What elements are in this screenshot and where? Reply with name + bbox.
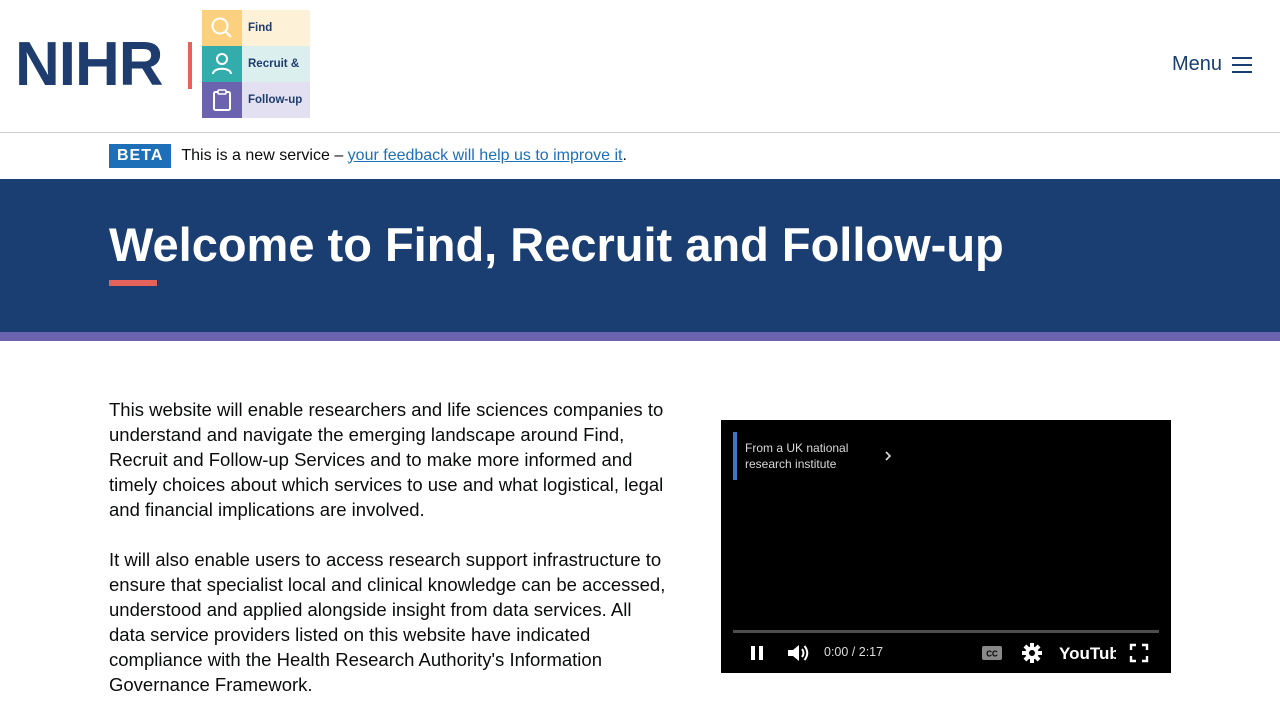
beta-suffix: .: [622, 146, 627, 164]
title-underline: [109, 280, 157, 286]
hamburger-icon: [1232, 56, 1252, 73]
info-panel-text: From a UK national research institute: [745, 441, 849, 471]
logo-divider: [188, 42, 192, 89]
player-controls: 0:00 / 2:17 CC YouTube: [721, 633, 1171, 673]
svg-text:CC: CC: [986, 650, 998, 659]
clipboard-icon: [202, 82, 242, 118]
person-icon: [202, 46, 242, 82]
site-header: NIHR Find Recruit & Follow-up Menu: [0, 0, 1280, 133]
fullscreen-icon[interactable]: [1127, 641, 1151, 665]
search-icon: [202, 10, 242, 46]
menu-button[interactable]: Menu: [1172, 53, 1252, 76]
logo-tile-recruit-label: Recruit &: [242, 46, 310, 82]
settings-gear-icon[interactable]: [1020, 641, 1044, 665]
info-panel-card[interactable]: From a UK national research institute: [733, 432, 901, 480]
hero-banner: Welcome to Find, Recruit and Follow-up: [0, 179, 1280, 332]
nihr-logo-text: NIHR: [15, 30, 164, 99]
page-title: Welcome to Find, Recruit and Follow-up: [109, 218, 1004, 271]
intro-paragraph: This website will enable researchers and…: [109, 399, 664, 520]
beta-tag: BETA: [109, 143, 172, 168]
logo-tile-follow-up-label: Follow-up: [242, 82, 310, 118]
nihr-logo-link[interactable]: NIHR Find Recruit & Follow-up: [15, 10, 315, 118]
pause-icon[interactable]: [745, 641, 769, 665]
youtube-video-player[interactable]: From a UK national research institute 0:…: [721, 420, 1171, 673]
video-time: 0:00 / 2:17: [824, 645, 884, 659]
beta-banner: BETA This is a new service – your feedba…: [0, 133, 1280, 179]
logo-tile-follow-up: Follow-up: [202, 82, 310, 118]
intro-paragraph: It will also enable users to access rese…: [109, 549, 666, 695]
logo-tile-recruit: Recruit &: [202, 46, 310, 82]
logo-tile-find-label: Find: [242, 10, 310, 46]
chevron-right-icon: [885, 451, 892, 461]
logo-tile-find: Find: [202, 10, 310, 46]
volume-icon[interactable]: [785, 641, 811, 665]
hero-stripe: [0, 332, 1280, 341]
youtube-logo-icon[interactable]: YouTube: [1057, 641, 1117, 665]
feedback-link[interactable]: your feedback will help us to improve it: [348, 147, 623, 165]
intro-content: This website will enable researchers and…: [109, 397, 669, 720]
captions-icon[interactable]: CC: [980, 641, 1004, 665]
beta-text: This is a new service –: [181, 146, 344, 164]
menu-label: Menu: [1171, 53, 1222, 75]
youtube-brand-text: YouTube: [1059, 644, 1116, 663]
